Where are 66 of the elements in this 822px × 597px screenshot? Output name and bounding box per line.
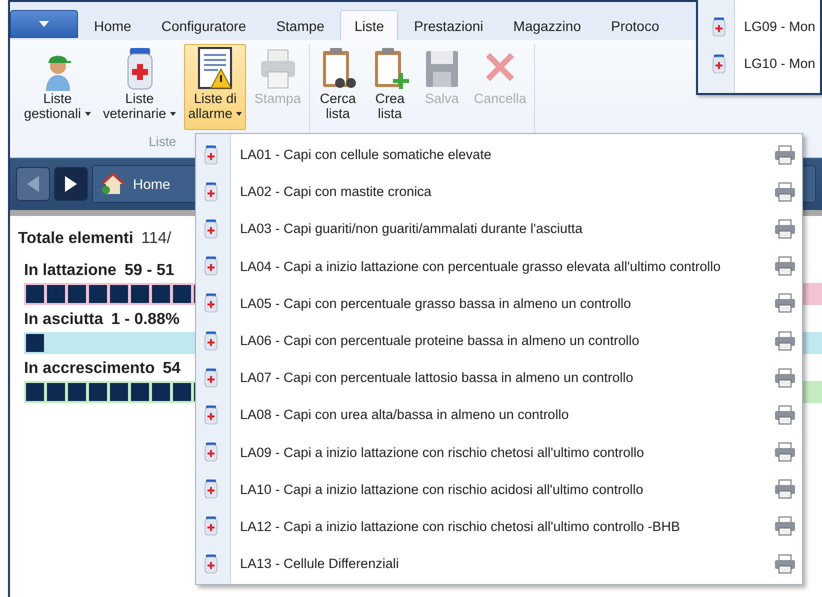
printer-icon bbox=[774, 516, 796, 536]
ribbon-tab[interactable]: Configuratore bbox=[147, 10, 260, 40]
medicine-jar-icon bbox=[712, 54, 726, 74]
medicine-jar-icon bbox=[204, 256, 218, 276]
category-count: 54 bbox=[162, 360, 181, 378]
printer-icon bbox=[774, 368, 796, 388]
back-arrow-icon bbox=[27, 176, 39, 192]
medicine-jar-icon bbox=[204, 479, 218, 500]
medicine-jar-icon bbox=[204, 293, 218, 314]
medicine-jar-icon bbox=[204, 404, 218, 425]
ribbon-button[interactable]: Cerca lista bbox=[314, 44, 362, 130]
printer-icon bbox=[774, 218, 796, 239]
forward-arrow-icon bbox=[65, 176, 77, 192]
medicine-jar-icon bbox=[204, 368, 218, 388]
ribbon-tab[interactable]: Protoco bbox=[596, 10, 674, 40]
printer-icon bbox=[774, 330, 796, 351]
menu-item[interactable]: LA06 - Capi con percentuale proteine bassa in almeno un controllo bbox=[196, 322, 802, 360]
menu-item[interactable]: LA02 - Capi con mastite cronica bbox=[196, 173, 802, 210]
ribbon-tab[interactable]: Stampe bbox=[262, 10, 338, 40]
medicine-jar-icon bbox=[204, 442, 218, 462]
medicine-jar-icon bbox=[204, 554, 218, 574]
category-label: In lattazione bbox=[24, 262, 116, 280]
category-count: 59 - 51 bbox=[124, 262, 174, 280]
forward-button[interactable] bbox=[54, 167, 88, 201]
house-icon bbox=[101, 173, 125, 195]
printer-icon bbox=[774, 554, 796, 574]
medicine-jar-icon bbox=[204, 182, 218, 202]
category-label: In asciutta bbox=[24, 311, 104, 329]
menu-item[interactable]: LA09 - Capi a inizio lattazione con rischio chetosi all'ultimo controllo bbox=[196, 434, 802, 471]
ribbon-tab[interactable]: Prestazioni bbox=[400, 10, 498, 40]
total-value: 114/ bbox=[141, 230, 172, 248]
printer-icon bbox=[774, 256, 796, 276]
category-count: 1 - 0.88% bbox=[111, 311, 180, 329]
menu-item[interactable]: LA13 - Cellule Differenziali bbox=[196, 545, 802, 582]
category-label: In accrescimento bbox=[24, 360, 155, 378]
ribbon-tab[interactable]: Liste bbox=[340, 10, 398, 40]
menu-item[interactable]: LA08 - Capi con urea alta/bassa in almeno un controllo bbox=[196, 396, 802, 434]
ribbon-button[interactable]: Liste di allarme bbox=[184, 44, 246, 130]
menu-item[interactable]: LA04 - Capi a inizio lattazione con percentuale grasso elevata all'ultimo controllo bbox=[196, 248, 802, 285]
medicine-jar-icon bbox=[204, 144, 218, 165]
medicine-jar-icon bbox=[204, 516, 218, 536]
menu-item[interactable]: LA03 - Capi guariti/non guariti/ammalati durante l'asciutta bbox=[196, 210, 802, 248]
caret-icon bbox=[39, 21, 49, 27]
menu-item[interactable]: LA07 - Capi con percentuale lattosio bassa in almeno un controllo bbox=[196, 359, 802, 396]
printer-icon bbox=[774, 293, 796, 314]
menu-item[interactable]: LA05 - Capi con percentuale grasso bassa in almeno un controllo bbox=[196, 284, 802, 322]
ribbon-button[interactable]: Liste veterinarie bbox=[99, 44, 180, 130]
medicine-jar-icon bbox=[204, 330, 218, 351]
printer-icon bbox=[774, 182, 796, 202]
ribbon-tab[interactable]: Home bbox=[80, 10, 146, 40]
group-label: Liste bbox=[148, 134, 176, 149]
ribbon-button[interactable]: Liste gestionali bbox=[20, 44, 96, 130]
ribbon-tab[interactable]: Magazzino bbox=[499, 10, 595, 40]
ribbon-button[interactable]: Crea lista bbox=[366, 44, 414, 130]
menu-item[interactable]: LG10 - Mon bbox=[698, 45, 820, 82]
printer-icon bbox=[774, 144, 796, 165]
printer-icon bbox=[774, 442, 796, 462]
menu-item[interactable]: LA12 - Capi a inizio lattazione con rischio chetosi all'ultimo controllo -BHB bbox=[196, 508, 802, 546]
medicine-jar-icon bbox=[712, 16, 726, 36]
menu-item[interactable]: LA01 - Capi con cellule somatiche elevate bbox=[196, 136, 802, 174]
menu-item[interactable]: LA10 - Capi a inizio lattazione con rischio acidosi all'ultimo controllo bbox=[196, 470, 802, 508]
printer-icon bbox=[774, 404, 796, 425]
medicine-jar-icon bbox=[204, 218, 218, 239]
menu-item[interactable]: LG09 - Mon bbox=[698, 8, 820, 45]
printer-icon bbox=[774, 479, 796, 500]
total-label: Totale elementi bbox=[18, 230, 134, 248]
